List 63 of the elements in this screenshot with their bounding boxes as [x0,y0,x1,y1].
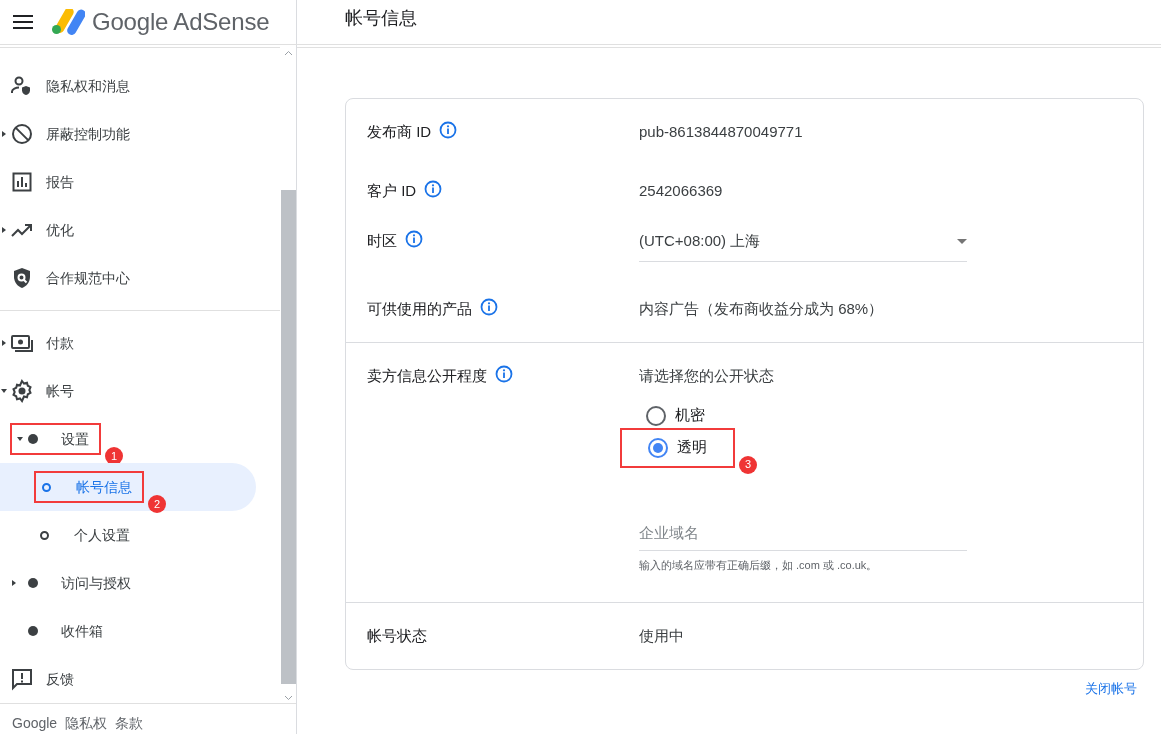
footer-link[interactable]: 条款 [115,715,144,734]
timezone-select[interactable]: (UTC+08:00) 上海 [639,230,967,262]
caret-right-icon [1,227,7,233]
info-icon[interactable] [424,179,443,198]
brand-name: Google AdSense [92,7,270,37]
bullet-icon [28,434,38,444]
caret-down-icon [1,388,7,394]
gear-icon [10,379,34,403]
ring-bullet-icon [42,482,51,492]
close-account-link[interactable]: 关闭帐号 [1085,679,1137,699]
sidebar-item[interactable]: 收件箱 [0,607,256,655]
feedback-icon [10,667,34,691]
field-value: pub-8613844870049771 [639,122,803,142]
field-label: 可供使用的产品 [367,298,472,319]
info-icon[interactable] [439,121,458,139]
bullet-icon [28,578,38,588]
radio-button[interactable] [646,405,666,426]
field-value: 使用中 [639,625,684,646]
caret-down-icon [17,436,23,442]
annotation-badge: 3 [739,455,757,474]
logo-icon [51,9,85,35]
radio-prompt: 请选择您的公开状态 [639,366,775,386]
caret-right-icon [1,131,7,137]
field-label: 发布商 ID [367,122,432,142]
field-value: 2542066369 [639,180,723,201]
field-hint: 输入的域名应带有正确后缀，如 .com 或 .co.uk。 [639,558,879,573]
annotation-box: 帐号信息 [34,471,144,503]
block-icon [10,122,34,146]
menu-icon[interactable] [13,14,33,30]
scroll-up-icon[interactable] [284,50,293,56]
field-label: 帐号状态 [367,625,427,646]
field-label: 时区 [367,231,397,251]
caret-right-icon [1,340,7,346]
info-icon[interactable] [480,297,498,316]
sidebar-item[interactable]: 帐号 [0,367,256,415]
info-icon[interactable] [495,365,513,383]
sidebar-item[interactable]: 反馈 [0,655,256,703]
sidebar-item[interactable]: 屏蔽控制功能 [0,110,256,158]
sidebar-item[interactable]: 访问与授权 [0,559,256,607]
field-label: 卖方信息公开程度 [367,366,487,386]
footer-link[interactable]: 隐私权 [65,715,108,734]
dropdown-arrow-icon [957,238,967,244]
sidebar-item[interactable]: 帐号信息 2 [0,463,256,511]
page-title: 帐号信息 [344,7,417,30]
scrollbar-thumb[interactable] [281,190,296,684]
caret-right-icon [11,580,17,586]
sidebar-item[interactable]: 合作规范中心 [0,254,256,302]
google-wordmark: Google [12,715,58,733]
bar-chart-icon [10,170,34,194]
annotation-badge: 2 [148,495,166,513]
sidebar-item[interactable]: 付款 [0,319,256,367]
info-icon[interactable] [405,230,423,248]
scroll-down-icon[interactable] [284,695,293,701]
field-value: 内容广告（发布商收益分成为 68%） [639,298,884,319]
sidebar-item[interactable]: 优化 [0,206,256,254]
radio-button[interactable] [648,437,668,458]
sidebar-item[interactable]: 隐私权和消息 [0,62,256,110]
field-label: 客户 ID [367,180,417,201]
sidebar-item[interactable]: 报告 [0,158,256,206]
ring-bullet-icon [40,530,49,540]
sidebar-item[interactable]: 个人设置 [0,511,256,559]
bullet-icon [28,626,38,636]
annotation-box: 设置 [10,423,101,455]
